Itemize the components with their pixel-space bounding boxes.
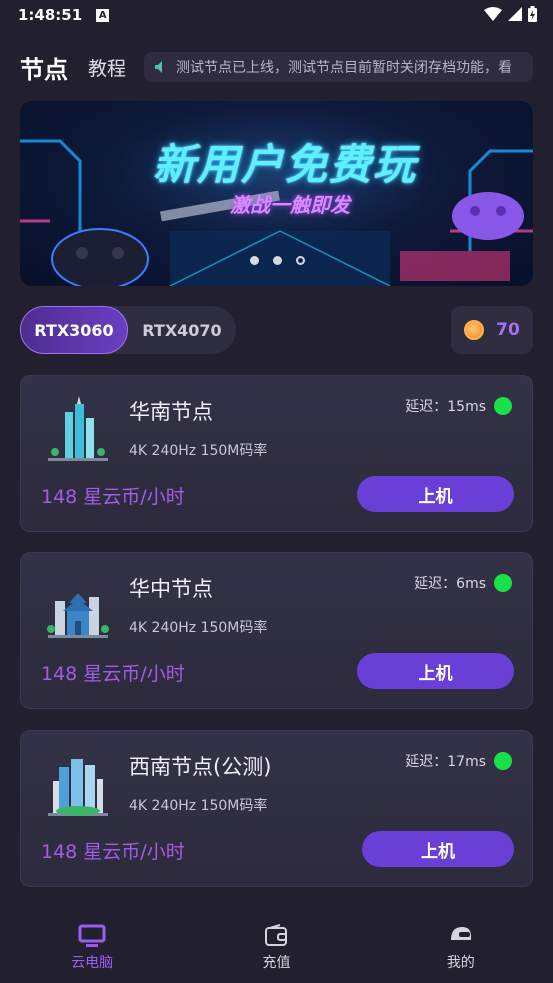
coin-icon: [464, 320, 485, 340]
nav-profile[interactable]: 我的: [369, 912, 553, 983]
launch-button[interactable]: 上机: [357, 476, 514, 512]
carousel-dot-active[interactable]: [296, 256, 305, 265]
notification-badge: A: [96, 8, 110, 22]
coin-count: 70: [496, 320, 520, 340]
nav-label: 我的: [446, 954, 475, 971]
announcement-marquee[interactable]: 测试节点已上线，测试节点目前暂时关闭存档功能，看: [144, 52, 533, 82]
node-card: 西南节点(公测) 4K 240Hz 150M码率 延迟：17ms 148 星云币…: [20, 730, 533, 887]
latency-text: 延迟：17ms: [405, 754, 486, 770]
header: 节点 教程 测试节点已上线，测试节点目前暂时关闭存档功能，看: [20, 50, 533, 84]
node-name: 西南节点(公测): [129, 755, 272, 779]
status-icons: [484, 6, 537, 22]
city-guangzhou-icon: [48, 396, 108, 461]
node-spec: 4K 240Hz 150M码率: [129, 620, 268, 636]
promo-banner[interactable]: 新用户免费玩 激战一触即发: [20, 101, 533, 286]
launch-button[interactable]: 上机: [357, 653, 514, 689]
launch-button[interactable]: 上机: [362, 831, 514, 867]
nav-cloud-pc[interactable]: 云电脑: [0, 912, 184, 983]
node-price: 148 星云币/小时: [41, 841, 185, 863]
helmet-icon: [450, 926, 471, 940]
banner-title: 新用户免费玩: [152, 140, 417, 189]
carousel-dots: [250, 256, 305, 265]
nav-recharge[interactable]: 充值: [184, 912, 368, 983]
carousel-dot[interactable]: [273, 256, 282, 265]
announcement-text: 测试节点已上线，测试节点目前暂时关闭存档功能，看: [176, 60, 513, 76]
node-card: 华中节点 4K 240Hz 150M码率 延迟：6ms 148 星云币/小时 上…: [20, 552, 533, 709]
online-status-icon: [494, 752, 512, 770]
tutorial-link[interactable]: 教程: [88, 54, 126, 81]
node-name: 华南节点: [129, 400, 213, 424]
nav-label: 充值: [262, 954, 291, 971]
city-wuhan-icon: [47, 593, 109, 638]
tab-rtx4070[interactable]: RTX4070: [128, 306, 236, 354]
status-bar: 1:48:51 A: [0, 0, 553, 30]
nav-label: 云电脑: [71, 954, 114, 971]
status-time: 1:48:51: [18, 6, 83, 24]
node-spec: 4K 240Hz 150M码率: [129, 443, 268, 459]
city-chengdu-icon: [48, 759, 108, 816]
coin-balance[interactable]: 70: [451, 306, 533, 354]
page-title: 节点: [20, 55, 68, 84]
carousel-dot[interactable]: [250, 256, 259, 265]
wifi-icon: [484, 7, 502, 21]
node-card: 华南节点 4K 240Hz 150M码率 延迟：15ms 148 星云币/小时 …: [20, 375, 533, 532]
banner-subtitle: 激战一触即发: [230, 193, 350, 217]
node-price: 148 星云币/小时: [41, 486, 185, 508]
node-name: 华中节点: [129, 577, 213, 601]
latency-text: 延迟：15ms: [405, 399, 486, 415]
tab-rtx3060[interactable]: RTX3060: [20, 306, 128, 354]
bottom-nav: 云电脑 充值 我的: [0, 912, 553, 983]
wallet-icon: [265, 923, 288, 946]
gpu-selector: RTX3060 RTX4070: [20, 306, 236, 354]
online-status-icon: [494, 397, 512, 415]
speaker-icon: [155, 61, 163, 73]
node-latency: 延迟：15ms: [405, 396, 512, 416]
monitor-icon: [78, 924, 106, 947]
node-price: 148 星云币/小时: [41, 663, 185, 685]
node-spec: 4K 240Hz 150M码率: [129, 798, 268, 814]
node-latency: 延迟：6ms: [414, 573, 512, 593]
latency-text: 延迟：6ms: [414, 576, 486, 592]
node-latency: 延迟：17ms: [405, 751, 512, 771]
online-status-icon: [494, 574, 512, 592]
battery-icon: [528, 6, 537, 22]
signal-icon: [508, 7, 522, 21]
